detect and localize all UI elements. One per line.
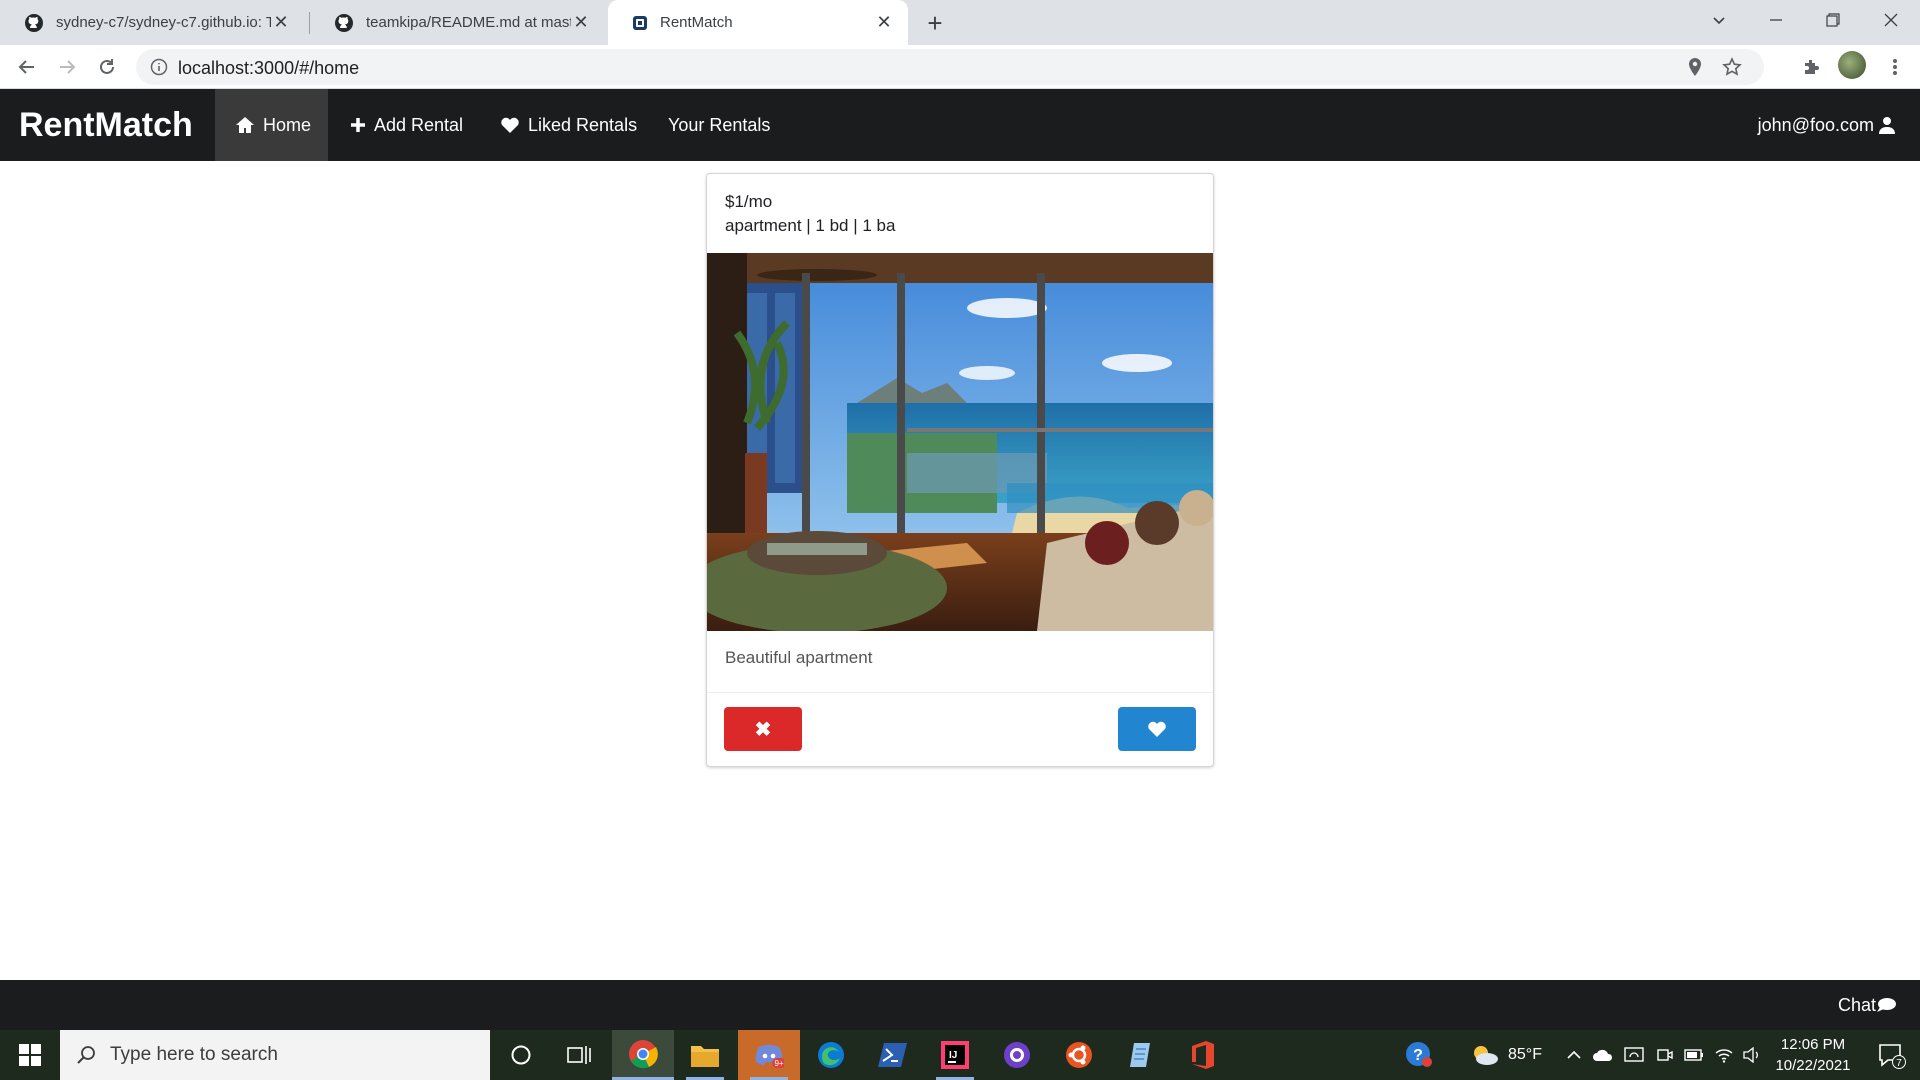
tray-chevron-icon[interactable]: [1566, 1030, 1582, 1080]
browser-toolbar: localhost:3000/#/home: [0, 45, 1920, 89]
minimize-icon[interactable]: [1751, 0, 1801, 40]
user-email: john@foo.com: [1757, 114, 1874, 135]
battery-icon[interactable]: [1684, 1030, 1704, 1080]
heart-icon: [1148, 721, 1166, 737]
taskbar-clock[interactable]: 12:06 PM 10/22/2021: [1768, 1034, 1858, 1076]
cortana-icon[interactable]: [490, 1030, 552, 1080]
card-divider: [707, 692, 1213, 693]
tab-rentmatch[interactable]: RentMatch ✕: [608, 0, 908, 45]
github-icon: [335, 13, 353, 32]
meet-now-icon[interactable]: [1656, 1030, 1674, 1080]
tab-title: teamkipa/README.md at master: [366, 14, 571, 31]
weather-widget[interactable]: 85°F: [1470, 1030, 1542, 1080]
like-button[interactable]: [1118, 707, 1196, 751]
svg-text:9+: 9+: [774, 1059, 783, 1068]
card-header: $1/mo apartment | 1 bd | 1 ba: [707, 174, 1213, 253]
info-icon[interactable]: [150, 58, 168, 76]
discord-taskbar-icon[interactable]: 9+: [738, 1030, 800, 1080]
rental-details: apartment | 1 bd | 1 ba: [725, 216, 896, 235]
rental-price: $1/mo: [725, 192, 773, 211]
tab-title: sydney-c7/sydney-c7.github.io: T: [56, 14, 271, 31]
user-menu[interactable]: john@foo.com: [1758, 89, 1896, 161]
nav-your-rentals-label: Your Rentals: [668, 114, 771, 135]
wifi-icon[interactable]: [1714, 1030, 1734, 1080]
nav-home-label: Home: [263, 114, 312, 135]
rental-card: $1/mo apartment | 1 bd | 1 ba Beautiful …: [706, 173, 1214, 767]
location-icon[interactable]: [1686, 57, 1704, 77]
svg-text:?: ?: [1413, 1047, 1423, 1064]
notepad-icon[interactable]: [1110, 1030, 1172, 1080]
profile-avatar[interactable]: [1838, 51, 1866, 79]
volume-icon[interactable]: [1742, 1030, 1762, 1080]
clock-time: 12:06 PM: [1780, 1036, 1846, 1053]
windows-taskbar: Type here to search 9+ IJ ? 85°F 12:06 P…: [0, 1030, 1920, 1080]
nav-liked-rentals-label: Liked Rentals: [528, 114, 638, 135]
bookmark-star-icon[interactable]: [1722, 57, 1742, 77]
close-icon[interactable]: ✕: [874, 12, 894, 33]
chrome-taskbar-icon[interactable]: [612, 1030, 674, 1080]
weather-temp: 85°F: [1508, 1046, 1542, 1063]
powershell-icon[interactable]: [862, 1030, 924, 1080]
reload-icon[interactable]: [92, 52, 122, 82]
notification-center-icon[interactable]: 7: [1866, 1030, 1916, 1080]
url-text[interactable]: localhost:3000/#/home: [178, 58, 359, 79]
edge-icon[interactable]: [800, 1030, 862, 1080]
rental-image: [707, 253, 1213, 631]
user-icon: [1879, 117, 1895, 134]
nav-home[interactable]: Home: [215, 89, 328, 161]
nav-your-rentals[interactable]: Your Rentals: [668, 89, 770, 161]
tab-teamkipa-readme[interactable]: teamkipa/README.md at master ✕: [310, 0, 605, 45]
nav-liked-rentals[interactable]: Liked Rentals: [500, 89, 637, 161]
weather-sun-cloud-icon: [1474, 1046, 1498, 1065]
chat-bubble-icon: [1877, 998, 1896, 1012]
home-icon: [236, 117, 254, 133]
close-icon[interactable]: ✕: [571, 12, 591, 33]
browser-tab-bar: sydney-c7/sydney-c7.github.io: T ✕ teamk…: [0, 0, 1920, 45]
plus-icon: [351, 118, 365, 132]
help-icon[interactable]: ?: [1404, 1030, 1434, 1080]
rental-description: Beautiful apartment: [725, 648, 873, 667]
close-window-icon[interactable]: [1866, 0, 1916, 40]
office-icon[interactable]: [1172, 1030, 1234, 1080]
close-icon[interactable]: ✕: [271, 12, 291, 33]
close-icon: ✖: [754, 718, 772, 741]
nav-add-rental[interactable]: Add Rental: [350, 89, 463, 161]
app-footer: Chat: [0, 980, 1920, 1030]
extensions-icon[interactable]: [1796, 52, 1826, 82]
ubuntu-icon[interactable]: [1048, 1030, 1110, 1080]
file-explorer-icon[interactable]: [674, 1030, 736, 1080]
back-icon[interactable]: [12, 52, 42, 82]
chat-button[interactable]: Chat: [1838, 980, 1896, 1030]
forward-icon[interactable]: [52, 52, 82, 82]
tab-title: RentMatch: [660, 14, 733, 31]
address-bar[interactable]: localhost:3000/#/home: [136, 49, 1764, 85]
onedrive-icon[interactable]: [1592, 1030, 1614, 1080]
app-navbar: RentMatch Home Add Rental Liked Rentals …: [0, 89, 1920, 161]
windows-start-icon[interactable]: [0, 1030, 60, 1080]
nav-add-rental-label: Add Rental: [374, 114, 464, 135]
clock-date: 10/22/2021: [1775, 1057, 1851, 1074]
search-placeholder: Type here to search: [110, 1044, 278, 1065]
intellij-icon[interactable]: IJ: [924, 1030, 986, 1080]
new-tab-button[interactable]: +: [920, 8, 950, 38]
svg-text:IJ: IJ: [949, 1050, 957, 1061]
reject-button[interactable]: ✖: [724, 707, 802, 751]
notification-count: 7: [1896, 1058, 1902, 1069]
rentmatch-favicon: [633, 15, 647, 30]
github-icon: [25, 13, 43, 32]
chat-label: Chat: [1837, 994, 1876, 1015]
search-icon: [77, 1046, 95, 1064]
tab-sydney-c7[interactable]: sydney-c7/sydney-c7.github.io: T ✕: [0, 0, 305, 45]
wireless-display-icon[interactable]: [1624, 1030, 1644, 1080]
task-view-icon[interactable]: [548, 1030, 610, 1080]
chrome-menu-icon[interactable]: [1880, 52, 1910, 82]
restore-icon[interactable]: [1808, 0, 1858, 40]
brand-logo[interactable]: RentMatch: [19, 89, 193, 161]
github-desktop-icon[interactable]: [986, 1030, 1048, 1080]
tab-search-icon[interactable]: [1694, 0, 1744, 40]
heart-icon: [501, 117, 519, 133]
taskbar-search-box[interactable]: Type here to search: [60, 1030, 490, 1080]
